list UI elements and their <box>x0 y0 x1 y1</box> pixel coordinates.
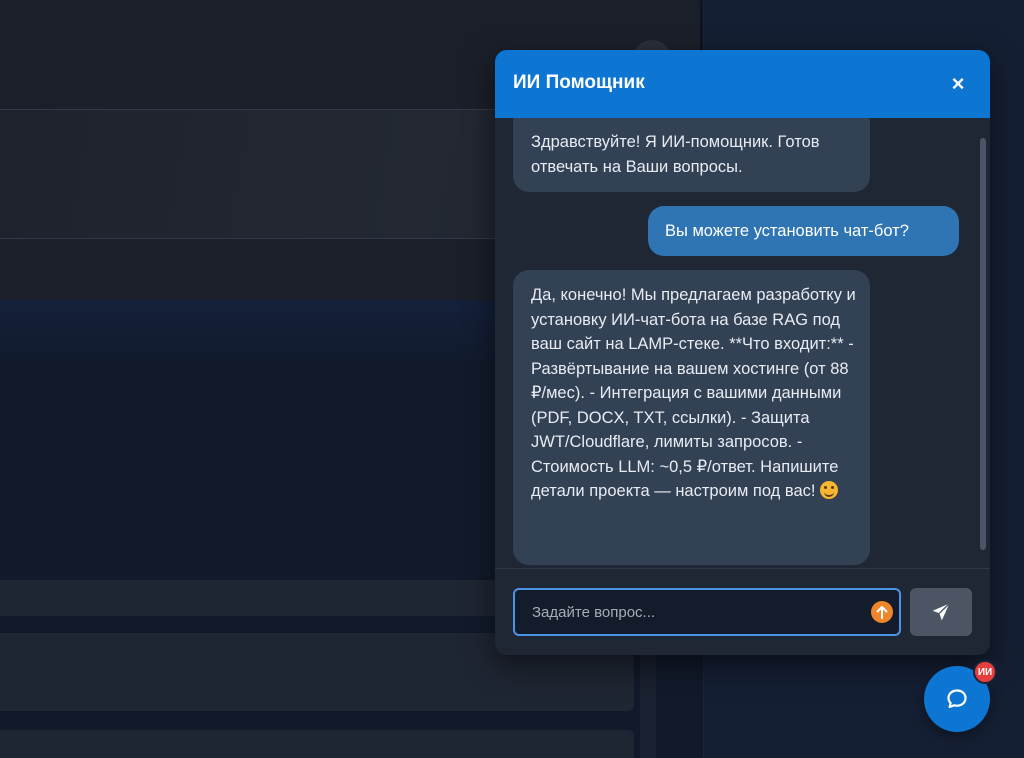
close-icon: × <box>951 71 965 96</box>
bot-message: Здравствуйте! Я ИИ-помощник. Готов отвеч… <box>513 118 870 192</box>
smiling-face-icon <box>820 481 839 499</box>
user-message: Вы можете установить чат-бот? <box>648 206 959 256</box>
chat-header: ИИ Помощник × <box>495 50 990 118</box>
message-scrollbar[interactable] <box>980 138 986 550</box>
scrollbar-thumb[interactable] <box>980 138 986 550</box>
send-button[interactable] <box>910 588 972 636</box>
chat-bubble-icon <box>947 689 967 709</box>
message-text: Вы можете установить чат-бот? <box>665 222 909 240</box>
chat-title: ИИ Помощник <box>513 72 645 93</box>
bot-message: Да, конечно! Мы предлагаем разработку и … <box>513 270 870 565</box>
question-input[interactable] <box>515 590 855 634</box>
close-button[interactable]: × <box>944 70 972 98</box>
notification-badge: ИИ <box>973 660 997 684</box>
message-list[interactable]: Здравствуйте! Я ИИ-помощник. Готов отвеч… <box>495 118 990 568</box>
message-text: Здравствуйте! Я ИИ-помощник. Готов отвеч… <box>531 133 820 176</box>
background-row <box>0 730 634 758</box>
composer-divider <box>495 568 990 569</box>
message-text: Да, конечно! Мы предлагаем разработку и … <box>531 286 856 500</box>
paper-plane-icon <box>932 603 950 621</box>
chat-window: ИИ Помощник × Здравствуйте! Я ИИ-помощни… <box>495 50 990 655</box>
question-input-container <box>513 588 901 636</box>
upload-arrow-icon[interactable] <box>871 601 893 623</box>
